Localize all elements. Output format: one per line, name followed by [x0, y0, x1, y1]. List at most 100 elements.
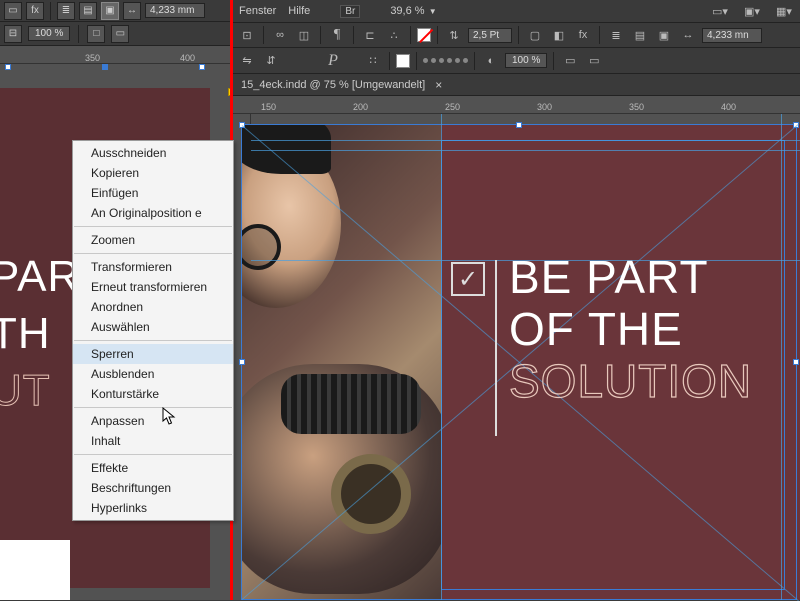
stroke-weight-field[interactable]: 2,5 Pt [468, 28, 512, 43]
corner-options-icon[interactable]: ▢ [525, 26, 545, 44]
zoom-display[interactable]: 39,6 % ▼ [390, 5, 436, 17]
document-tab[interactable]: 15_4eck.indd @ 75 % [Umgewandelt] × [233, 74, 800, 96]
align-icon[interactable]: ≣ [57, 2, 75, 20]
gap-icon[interactable]: ⊟ [4, 25, 22, 43]
context-menu[interactable]: AusschneidenKopierenEinfügenAn Originalp… [72, 140, 234, 521]
headline-block: BE PART OF THE SOLUTION [509, 252, 752, 408]
chain-icon[interactable]: ∞ [270, 26, 290, 44]
vertical-rule [495, 260, 497, 436]
checkmark-icon: ✓ [458, 265, 478, 294]
distribute-icon[interactable]: ∷ [363, 52, 383, 70]
warp-icon[interactable]: ◫ [294, 26, 314, 44]
context-menu-item[interactable]: Anpassen [73, 411, 233, 431]
guide-vertical[interactable] [441, 114, 442, 600]
context-menu-item[interactable]: Ausschneiden [73, 143, 233, 163]
context-menu-item[interactable]: Ausblenden [73, 364, 233, 384]
ruler-horizontal: 150 200 250 300 350 400 [233, 96, 800, 114]
left-toolbar-bottom: ⊟ 100 % □ ▭ [0, 22, 230, 46]
close-icon[interactable]: × [435, 78, 442, 92]
fx-icon[interactable]: fx [573, 26, 593, 44]
frame-fit-icon[interactable]: ▣ [654, 26, 674, 44]
guide-horizontal[interactable] [251, 140, 800, 141]
left-page-corner [0, 540, 70, 600]
left-toolbar-top: ▭ fx ≣ ▤ ▣ ↔ 4,233 mm [0, 0, 230, 22]
context-menu-item[interactable]: Sperren [73, 344, 233, 364]
text-wrap-icon[interactable]: ≣ [606, 26, 626, 44]
link-icon[interactable]: ↔ [123, 2, 141, 20]
opacity-icon[interactable]: ◐ [481, 52, 501, 70]
frame-fit-icon[interactable]: ▣ [101, 2, 119, 20]
control-panel-row1: ⊡ ∞ ◫ ¶ ⊏ ∴ ⇅ 2,5 Pt ▢ ◧ fx ≣ ▤ ▣ ↔ 4,23… [233, 22, 800, 48]
zoom-field[interactable]: 100 % [28, 26, 70, 41]
ruler-tick: 150 [261, 102, 276, 112]
screen-mode-icon[interactable]: ▣▾ [742, 2, 762, 20]
flip-h-icon[interactable]: ⇋ [237, 52, 257, 70]
right-window: Fenster Hilfe Br 39,6 % ▼ ▭▾ ▣▾ ▦▾ ⊡ ∞ ◫… [233, 0, 800, 600]
headline-line-outline: SOLUTION [509, 355, 752, 408]
distribute-icon[interactable]: ▤ [79, 2, 97, 20]
context-menu-item[interactable]: An Originalposition e [73, 203, 233, 223]
menu-separator [74, 454, 232, 455]
opacity-field[interactable]: 100 % [505, 53, 547, 68]
misc-icon-2[interactable]: ▭ [111, 25, 129, 43]
misc-icon-2[interactable]: ▭ [584, 52, 604, 70]
paragraph-icon[interactable]: ¶ [327, 26, 347, 44]
arrange-icon[interactable]: ▭ [4, 2, 22, 20]
selection-handles[interactable] [5, 64, 205, 88]
corner-radius-icon[interactable]: ◧ [549, 26, 569, 44]
text-wrap-2-icon[interactable]: ▤ [630, 26, 650, 44]
link-icon[interactable]: ↔ [678, 26, 698, 44]
context-menu-item[interactable]: Beschriftungen [73, 478, 233, 498]
menu-separator [74, 407, 232, 408]
stroke-style-dots[interactable] [423, 58, 468, 63]
fx-icon[interactable]: fx [26, 2, 44, 20]
context-menu-item[interactable]: Anordnen [73, 297, 233, 317]
context-menu-item[interactable]: Hyperlinks [73, 498, 233, 518]
context-menu-item[interactable]: Transformieren [73, 257, 233, 277]
context-menu-item[interactable]: Konturstärke [73, 384, 233, 404]
stroke-stepper-icon[interactable]: ⇅ [444, 26, 464, 44]
guide-vertical[interactable] [781, 114, 782, 600]
headline-line: OF THE [509, 303, 752, 356]
context-menu-item[interactable]: Inhalt [73, 431, 233, 451]
headline-line: PAR [0, 248, 80, 305]
fill-none-swatch[interactable] [417, 28, 431, 42]
view-mode-icon[interactable]: ▭▾ [710, 2, 730, 20]
chevron-down-icon: ▼ [427, 7, 437, 16]
context-menu-item[interactable]: Zoomen [73, 230, 233, 250]
document-title: 15_4eck.indd @ 75 % [Umgewandelt] [241, 79, 425, 91]
align-center-icon[interactable]: ∴ [384, 26, 404, 44]
arrange-windows-icon[interactable]: ▦▾ [774, 2, 794, 20]
menu-separator [74, 253, 232, 254]
headline-line-outline: UT [0, 362, 80, 419]
misc-icon[interactable]: ▭ [560, 52, 580, 70]
misc-icon[interactable]: □ [87, 25, 105, 43]
align-left-icon[interactable]: ⊏ [360, 26, 380, 44]
measurement-field[interactable]: 4,233 mm [145, 3, 205, 18]
type-p-icon[interactable]: P [323, 52, 343, 70]
separator [50, 2, 51, 20]
menu-separator [74, 340, 232, 341]
context-menu-item[interactable]: Einfügen [73, 183, 233, 203]
menu-hilfe[interactable]: Hilfe [288, 5, 310, 17]
reference-point-icon[interactable]: ⊡ [237, 26, 257, 44]
guide-horizontal[interactable] [251, 150, 800, 151]
stroke-swatch[interactable] [396, 54, 410, 68]
headline-line: TH [0, 305, 80, 362]
context-menu-item[interactable]: Kopieren [73, 163, 233, 183]
separator [78, 25, 79, 43]
checkbox-graphic: ✓ [451, 262, 485, 296]
ruler-tick: 250 [445, 102, 460, 112]
canvas[interactable]: ✓ BE PART OF THE SOLUTION [251, 114, 800, 600]
context-menu-item[interactable]: Effekte [73, 458, 233, 478]
ruler-tick: 300 [537, 102, 552, 112]
context-menu-item[interactable]: Erneut transformieren [73, 277, 233, 297]
measurement-field[interactable]: 4,233 mn [702, 28, 762, 43]
menubar: Fenster Hilfe Br 39,6 % ▼ ▭▾ ▣▾ ▦▾ [233, 0, 800, 22]
bridge-badge[interactable]: Br [340, 5, 360, 18]
flip-v-icon[interactable]: ⇵ [261, 52, 281, 70]
context-menu-item[interactable]: Auswählen [73, 317, 233, 337]
left-ruler-horizontal: 350 400 [0, 46, 230, 64]
ruler-tick: 350 [629, 102, 644, 112]
menu-fenster[interactable]: Fenster [239, 5, 276, 17]
